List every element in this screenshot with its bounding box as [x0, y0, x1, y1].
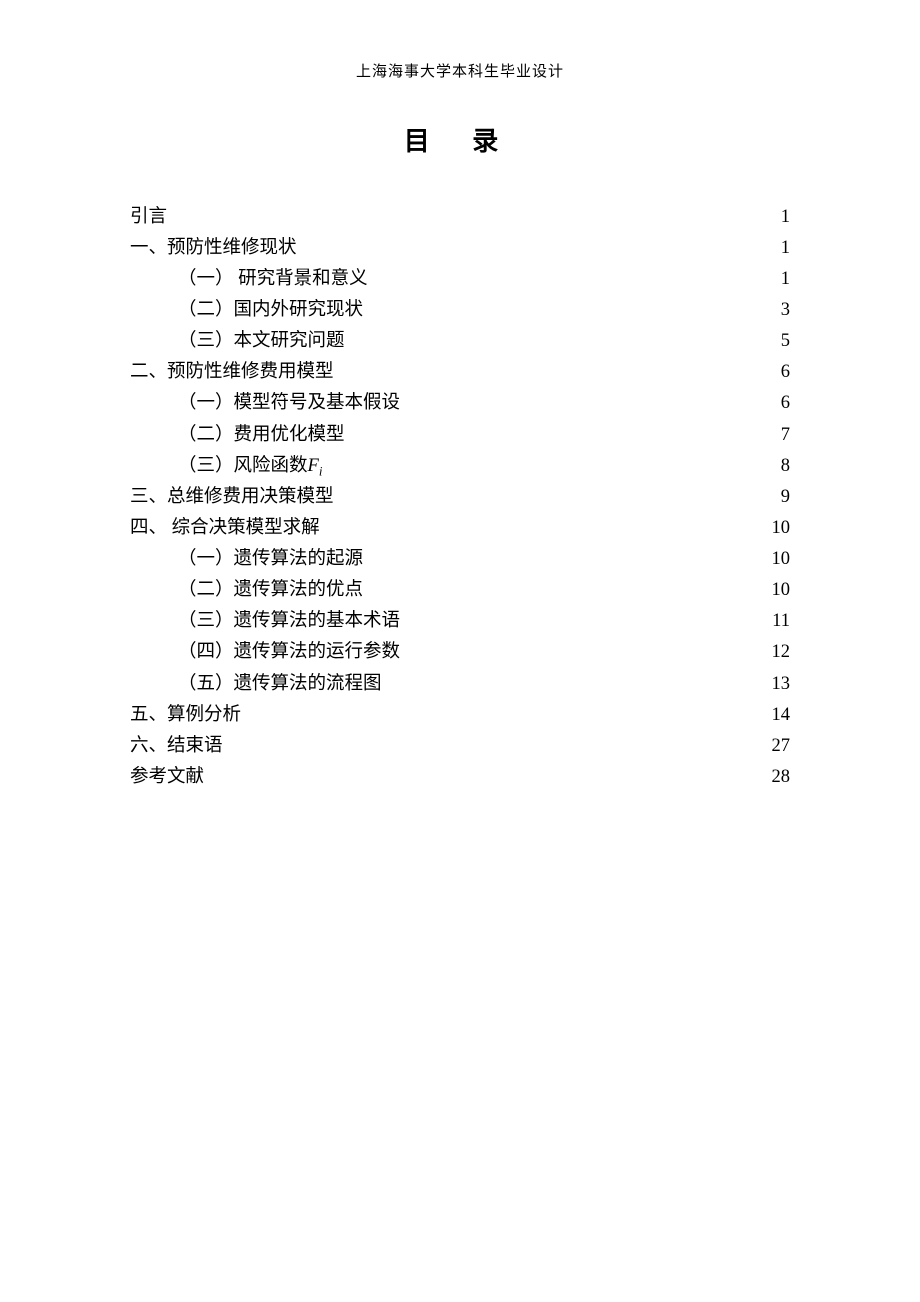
toc-entry-label: 六、结束语	[130, 731, 223, 762]
toc-title: 目 录	[130, 121, 790, 158]
toc-entry: （一）遗传算法的起源 10	[130, 544, 790, 575]
toc-entry: （三）遗传算法的基本术语 11	[130, 606, 790, 637]
toc-entry-page: 5	[766, 326, 790, 357]
toc-entry-label: 四、 综合决策模型求解	[130, 513, 320, 544]
toc-entry: 二、预防性维修费用模型 6	[130, 357, 790, 388]
toc-entry-page: 28	[766, 762, 790, 793]
toc-entry: （五）遗传算法的流程图 13	[130, 669, 790, 700]
toc-entry-label: （二）费用优化模型	[130, 420, 345, 451]
toc-entry-label: （三）风险函数Fi	[130, 451, 322, 482]
toc-entry-page: 7	[766, 420, 790, 451]
page-header: 上海海事大学本科生毕业设计	[130, 60, 790, 81]
toc-entry: （四）遗传算法的运行参数 12	[130, 637, 790, 668]
toc-entry-page: 6	[766, 357, 790, 388]
toc-entry-label: 参考文献	[130, 762, 204, 793]
toc-entry: 六、结束语 27	[130, 731, 790, 762]
toc-entry-label: （一）模型符号及基本假设	[130, 388, 400, 419]
toc-entry-page: 13	[766, 669, 790, 700]
toc-entry-label: （三）遗传算法的基本术语	[130, 606, 400, 637]
toc-entry: （一） 研究背景和意义 1	[130, 264, 790, 295]
toc-entry-page: 10	[766, 513, 790, 544]
table-of-contents: 引言1一、预防性维修现状1（一） 研究背景和意义1（二）国内外研究现状3（三）本…	[130, 202, 790, 793]
math-symbol: Fi	[308, 456, 323, 476]
toc-entry: （一）模型符号及基本假设 6	[130, 388, 790, 419]
toc-entry: （三）本文研究问题 5	[130, 326, 790, 357]
toc-entry-label: 二、预防性维修费用模型	[130, 357, 334, 388]
toc-entry-page: 10	[766, 575, 790, 606]
toc-entry: （二）遗传算法的优点 10	[130, 575, 790, 606]
toc-entry-label: 一、预防性维修现状	[130, 233, 297, 264]
toc-entry-page: 8	[766, 451, 790, 482]
toc-entry-label: （二）遗传算法的优点	[130, 575, 363, 606]
toc-entry-page: 12	[766, 637, 790, 668]
toc-entry-page: 1	[766, 202, 790, 233]
toc-entry-label: 引言	[130, 202, 167, 233]
toc-entry-label: （二）国内外研究现状	[130, 295, 363, 326]
toc-entry-label: （一） 研究背景和意义	[130, 264, 368, 295]
toc-entry: 三、总维修费用决策模型 9	[130, 482, 790, 513]
toc-entry-page: 1	[766, 264, 790, 295]
toc-entry: 五、算例分析 14	[130, 700, 790, 731]
toc-entry: 四、 综合决策模型求解 10	[130, 513, 790, 544]
toc-entry-page: 6	[766, 388, 790, 419]
toc-entry: （二）国内外研究现状 3	[130, 295, 790, 326]
toc-entry-page: 3	[766, 295, 790, 326]
toc-entry: 参考文献 28	[130, 762, 790, 793]
toc-entry-label: （五）遗传算法的流程图	[130, 669, 382, 700]
toc-entry-label: （一）遗传算法的起源	[130, 544, 363, 575]
page-container: 上海海事大学本科生毕业设计 目 录 引言1一、预防性维修现状1（一） 研究背景和…	[0, 0, 920, 1302]
toc-entry-label: 五、算例分析	[130, 700, 241, 731]
toc-entry-page: 11	[766, 606, 790, 637]
toc-entry: （二）费用优化模型 7	[130, 420, 790, 451]
toc-entry-label: （三）本文研究问题	[130, 326, 345, 357]
toc-entry-page: 27	[766, 731, 790, 762]
toc-entry-page: 1	[766, 233, 790, 264]
toc-entry-label: （四）遗传算法的运行参数	[130, 637, 400, 668]
toc-entry: 引言 1	[130, 202, 790, 233]
toc-entry: 一、预防性维修现状 1	[130, 233, 790, 264]
toc-entry-page: 10	[766, 544, 790, 575]
toc-entry-page: 14	[766, 700, 790, 731]
toc-entry: （三）风险函数Fi 8	[130, 451, 790, 482]
toc-entry-label: 三、总维修费用决策模型	[130, 482, 334, 513]
toc-entry-page: 9	[766, 482, 790, 513]
